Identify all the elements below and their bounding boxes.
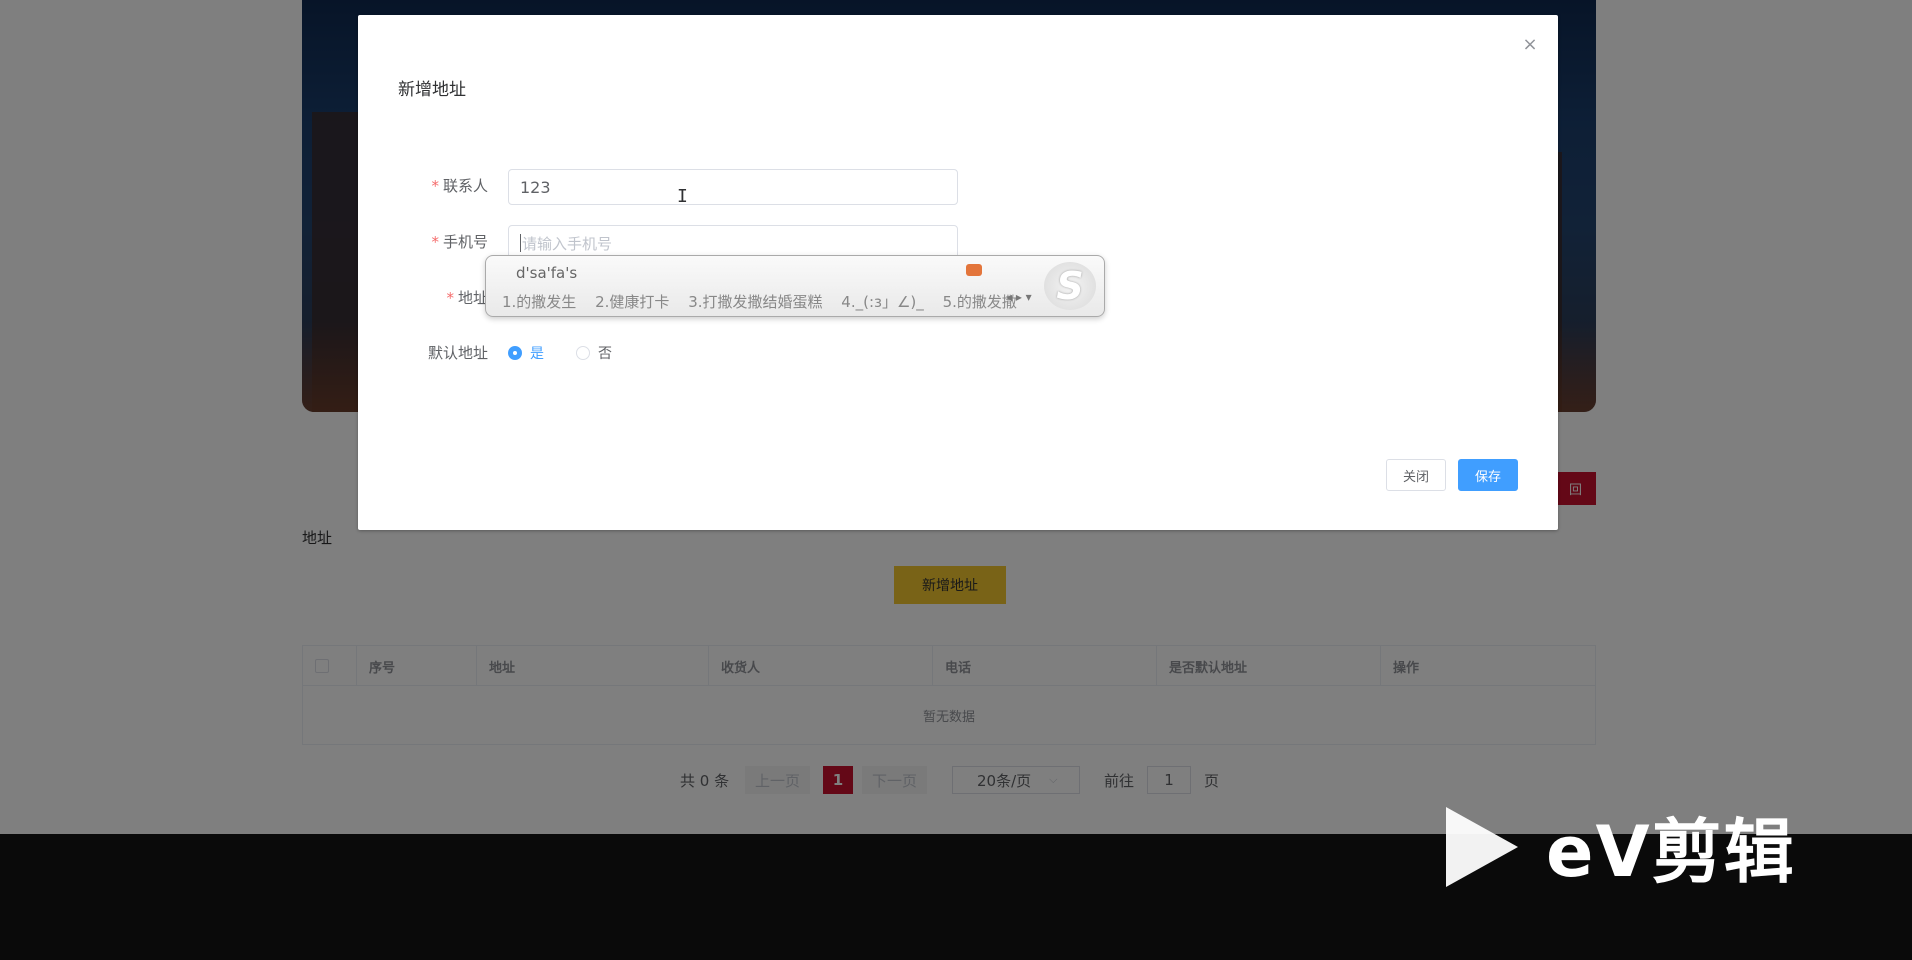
radio-dot (508, 346, 522, 360)
radio-default-yes[interactable]: 是 (508, 343, 544, 363)
required-asterisk: * (446, 289, 454, 307)
contact-label: * 联系人 (368, 175, 488, 196)
radio-dot (576, 346, 590, 360)
close-icon[interactable]: × (1522, 36, 1538, 54)
ime-candidate[interactable]: 3.打撒发撒结婚蛋糕 (688, 293, 822, 311)
ime-candidate[interactable]: 1.的撒发生 (502, 293, 576, 311)
ime-candidate[interactable]: 4._(:з」∠)_ (841, 293, 924, 311)
phone-label: * 手机号 (368, 231, 488, 252)
ime-logo: S (1044, 262, 1096, 310)
dialog-close-button[interactable]: 关闭 (1386, 459, 1446, 491)
text-cursor-icon: I (677, 186, 688, 207)
ime-page-arrows-icon[interactable]: ◂ ▸ ▾ (1006, 290, 1032, 304)
ime-candidate-window: d'sa'fa's 1.的撒发生 2.健康打卡 3.打撒发撒结婚蛋糕 4._(:… (485, 255, 1105, 317)
phone-placeholder: 请输入手机号 (522, 234, 613, 253)
ime-skin-icon (966, 264, 982, 276)
contact-label-text: 联系人 (442, 177, 488, 195)
ime-candidate[interactable]: 2.健康打卡 (595, 293, 669, 311)
watermark-text: eV剪辑 (1546, 811, 1796, 893)
required-asterisk: * (431, 177, 439, 195)
ime-pinyin: d'sa'fa's (516, 264, 578, 282)
radio-yes-label: 是 (530, 346, 544, 362)
radio-default-no[interactable]: 否 (576, 343, 612, 363)
dialog-title: 新增地址 (398, 80, 466, 100)
phone-label-text: 手机号 (442, 233, 488, 251)
play-icon (1446, 806, 1518, 887)
save-button[interactable]: 保存 (1458, 459, 1518, 491)
video-watermark: eV剪辑 (1446, 796, 1796, 897)
address-label-text: 地址 (457, 289, 488, 307)
address-label: * 地址 (368, 287, 488, 308)
contact-input[interactable]: 123 (508, 169, 958, 205)
ime-candidates: 1.的撒发生 2.健康打卡 3.打撒发撒结婚蛋糕 4._(:з」∠)_ 5.的撒… (502, 291, 1031, 312)
text-caret (520, 234, 521, 252)
default-address-label: 默认地址 (427, 344, 488, 362)
required-asterisk: * (431, 233, 439, 251)
radio-no-label: 否 (598, 346, 612, 362)
